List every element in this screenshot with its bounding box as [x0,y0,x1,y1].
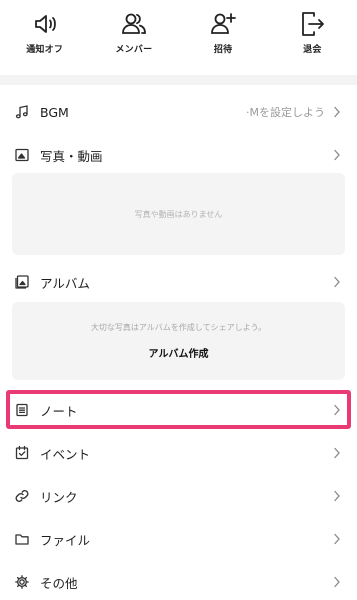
top-toolbar: 通知オフ メンバー 招待 退会 [0,0,357,75]
chevron-right-icon [334,490,340,502]
bgm-row[interactable]: BGM ·Mを設定しよう [0,92,357,132]
photos-empty-card: 写真や動画はありません [12,173,345,255]
event-label: イベント [40,446,91,462]
chevron-right-icon [334,149,340,161]
other-label: その他 [40,575,78,591]
speaker-icon [34,15,56,33]
invite-button[interactable]: 招待 [179,0,268,75]
link-row[interactable]: リンク [0,476,357,516]
calendar-check-icon [15,445,29,460]
chevron-right-icon [334,106,340,118]
file-row[interactable]: ファイル [0,519,357,559]
chevron-right-icon [334,533,340,545]
photos-videos-row[interactable]: 写真・動画 [0,135,357,175]
create-album-button[interactable]: アルバム作成 [149,345,209,360]
note-highlight-box [6,390,351,429]
link-icon [15,490,29,502]
file-label: ファイル [40,532,91,548]
leave-icon [302,12,325,36]
leave-label: 退会 [303,45,322,55]
link-label: リンク [40,489,78,505]
music-note-icon [15,105,28,119]
members-label: メンバー [115,45,153,55]
bgm-label: BGM [40,104,69,120]
leave-button[interactable]: 退会 [268,0,357,75]
chevron-right-icon [334,447,340,459]
notification-off-button[interactable]: 通知オフ [0,0,89,75]
event-row[interactable]: イベント [0,433,357,473]
album-row[interactable]: アルバム [0,262,357,302]
photo-icon [15,148,29,162]
other-row[interactable]: その他 [0,562,357,600]
invite-label: 招待 [213,45,233,55]
add-user-icon [211,13,237,34]
chevron-right-icon [334,576,340,588]
album-promo-card: 大切な写真はアルバムを作成してシェアしよう。 アルバム作成 [12,302,345,380]
members-icon [121,13,146,34]
chevron-right-icon [334,276,340,288]
album-hint-text: 大切な写真はアルバムを作成してシェアしよう。 [90,323,267,332]
section-separator [0,75,357,85]
bgm-value: ·Mを設定しよう [246,106,325,119]
album-label: アルバム [40,275,90,291]
notification-off-label: 通知オフ [26,45,64,55]
album-icon [15,275,29,289]
gear-icon [15,575,29,589]
photos-videos-label: 写真・動画 [40,148,103,164]
folder-icon [15,534,29,545]
photos-empty-text: 写真や動画はありません [134,209,223,219]
members-button[interactable]: メンバー [89,0,178,75]
